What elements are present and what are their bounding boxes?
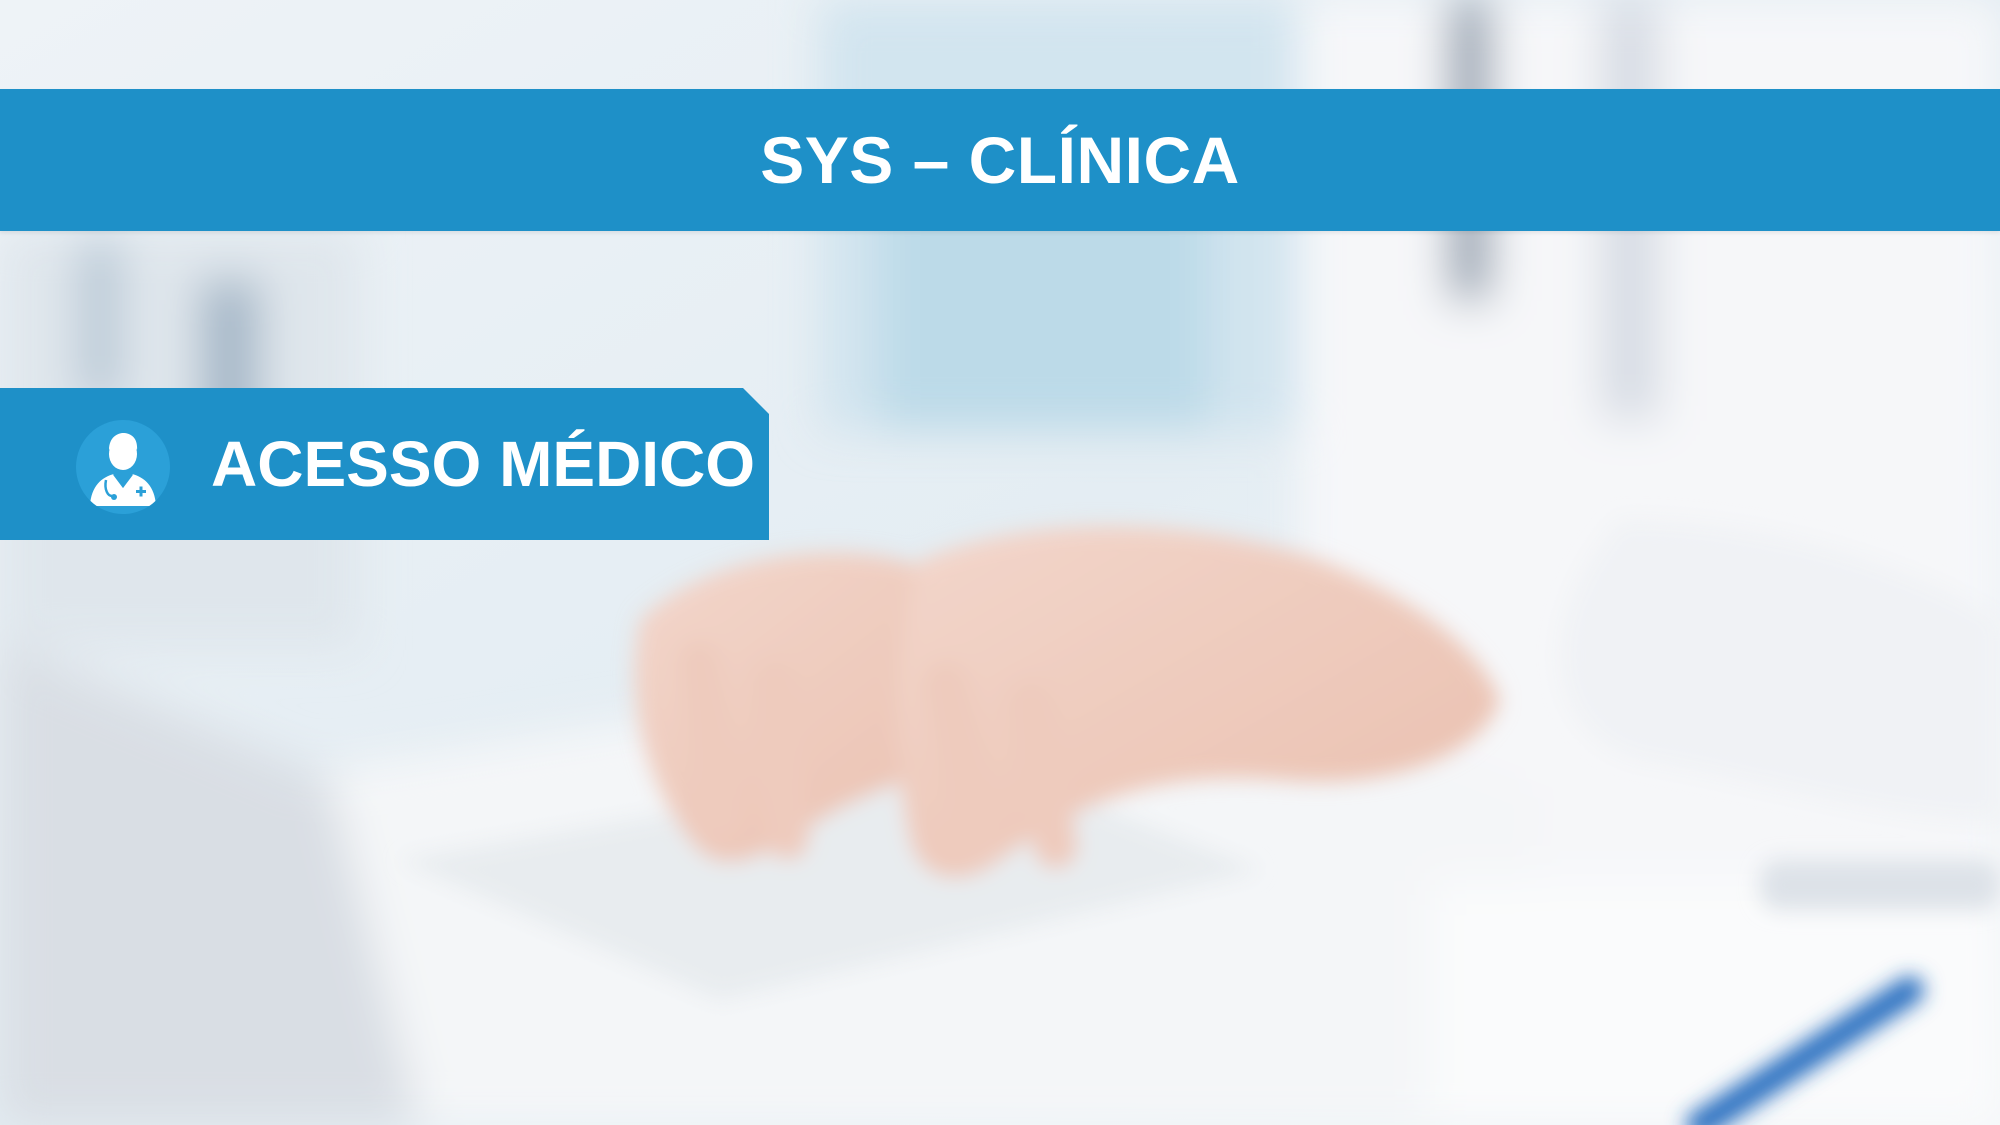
medical-access-label: ACESSO MÉDICO [211, 428, 756, 500]
app-title: SYS – CLÍNICA [760, 123, 1240, 197]
medical-access-button[interactable]: ACESSO MÉDICO [0, 388, 769, 540]
login-screen: SYS – CLÍNICA ACESSO MÉDICO [0, 0, 2000, 1125]
header-banner: SYS – CLÍNICA [0, 89, 2000, 231]
doctor-avatar-icon [76, 420, 170, 514]
